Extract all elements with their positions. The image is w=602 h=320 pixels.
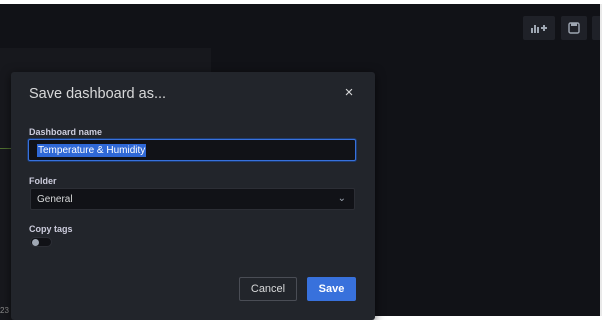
save-button[interactable]: Save (307, 277, 356, 301)
dashboard-name-input[interactable]: Temperature & Humidity (28, 139, 356, 161)
modal-title: Save dashboard as... (29, 86, 167, 102)
toggle-knob (32, 239, 39, 246)
cancel-button[interactable]: Cancel (239, 277, 297, 301)
dashboard-name-value: Temperature & Humidity (37, 143, 147, 157)
chevron-down-icon: ⌄ (337, 193, 346, 204)
folder-select[interactable]: General ⌄ (30, 188, 355, 210)
add-panel-icon (531, 25, 547, 33)
save-icon (568, 22, 580, 34)
folder-selected-value: General (37, 193, 73, 205)
save-dashboard-modal: Save dashboard as... × Dashboard name Te… (11, 72, 375, 320)
folder-label: Folder (29, 176, 57, 186)
copy-tags-label: Copy tags (29, 224, 73, 234)
copy-tags-toggle[interactable] (30, 237, 52, 247)
dashboard-background: 23 Save dashboard as... × Dashboard name… (0, 4, 602, 320)
add-panel-button[interactable] (523, 16, 555, 40)
close-icon[interactable]: × (341, 85, 357, 101)
graph-series-line (0, 148, 11, 149)
dashboard-name-label: Dashboard name (29, 127, 103, 137)
axis-tick-label: 23 (0, 306, 9, 315)
save-dashboard-button[interactable] (561, 16, 587, 40)
